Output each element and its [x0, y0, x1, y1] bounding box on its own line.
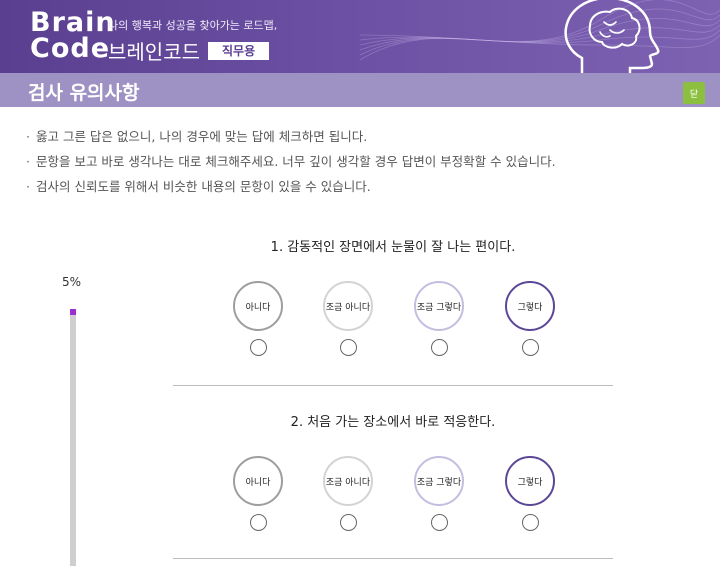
progress-percent: 5%	[62, 275, 82, 289]
section-title: 검사 유의사항	[28, 82, 140, 104]
option-yes[interactable]: 그렇다	[500, 456, 560, 531]
answer-options: 아니다 조금 아니다 조금 그렇다 그렇다	[228, 281, 558, 371]
tagline: 나의 행복과 성공을 찾아가는 로드맵,	[108, 19, 278, 32]
option-bubble[interactable]: 조금 아니다	[323, 281, 373, 331]
divider	[173, 558, 613, 559]
close-button[interactable]: 닫	[683, 82, 705, 104]
brand-badge: 직무용	[208, 41, 270, 60]
option-somewhat-yes[interactable]: 조금 그렇다	[409, 456, 469, 531]
option-bubble[interactable]: 조금 그렇다	[414, 281, 464, 331]
brand-name: 브레인코드	[108, 40, 200, 64]
divider	[173, 385, 613, 386]
option-bubble[interactable]: 아니다	[233, 456, 283, 506]
option-bubble[interactable]: 아니다	[233, 281, 283, 331]
header-banner: Brain Code 나의 행복과 성공을 찾아가는 로드맵, 브레인코드 직무…	[0, 0, 720, 73]
brain-code-logo: Brain Code	[30, 9, 116, 64]
question-1: 1. 감동적인 장면에서 눈물이 잘 나는 편이다. 아니다 조금 아니다 조금…	[173, 236, 613, 386]
option-no[interactable]: 아니다	[228, 281, 288, 356]
radio-button[interactable]	[521, 514, 539, 531]
option-bubble[interactable]: 조금 그렇다	[414, 456, 464, 506]
radio-button[interactable]	[249, 339, 267, 356]
option-somewhat-yes[interactable]: 조금 그렇다	[409, 281, 469, 356]
option-bubble[interactable]: 그렇다	[505, 281, 555, 331]
radio-button[interactable]	[521, 339, 539, 356]
question-text: 2. 처음 가는 장소에서 바로 적응한다.	[290, 415, 496, 430]
notice-item: 문항을 보고 바로 생각나는 대로 체크해주세요. 너무 깊이 생각할 경우 답…	[26, 149, 556, 174]
progress-fill	[70, 309, 76, 316]
option-bubble[interactable]: 그렇다	[505, 456, 555, 506]
option-yes[interactable]: 그렇다	[500, 281, 560, 356]
option-somewhat-no[interactable]: 조금 아니다	[318, 281, 378, 356]
notice-item: 검사의 신뢰도를 위해서 비슷한 내용의 문항이 있을 수 있습니다.	[26, 174, 556, 199]
option-somewhat-no[interactable]: 조금 아니다	[318, 456, 378, 531]
radio-button[interactable]	[430, 339, 448, 356]
radio-button[interactable]	[249, 514, 267, 531]
notice-list: 옳고 그른 답은 없으니, 나의 경우에 맞는 답에 체크하면 됩니다. 문항을…	[26, 124, 556, 199]
brand-row: 브레인코드 직무용	[108, 36, 270, 65]
answer-options: 아니다 조금 아니다 조금 그렇다 그렇다	[228, 456, 558, 546]
question-2: 2. 처음 가는 장소에서 바로 적응한다. 아니다 조금 아니다 조금 그렇다…	[173, 411, 613, 559]
brain-head-icon	[564, 0, 660, 73]
logo-line-2: Code	[30, 33, 111, 64]
section-header: 검사 유의사항 닫	[0, 73, 720, 107]
question-text: 1. 감동적인 장면에서 눈물이 잘 나는 편이다.	[270, 240, 516, 255]
radio-button[interactable]	[339, 339, 357, 356]
option-bubble[interactable]: 조금 아니다	[323, 456, 373, 506]
option-no[interactable]: 아니다	[228, 456, 288, 531]
progress-bar	[70, 309, 76, 566]
radio-button[interactable]	[339, 514, 357, 531]
notice-item: 옳고 그른 답은 없으니, 나의 경우에 맞는 답에 체크하면 됩니다.	[26, 124, 556, 149]
radio-button[interactable]	[430, 514, 448, 531]
